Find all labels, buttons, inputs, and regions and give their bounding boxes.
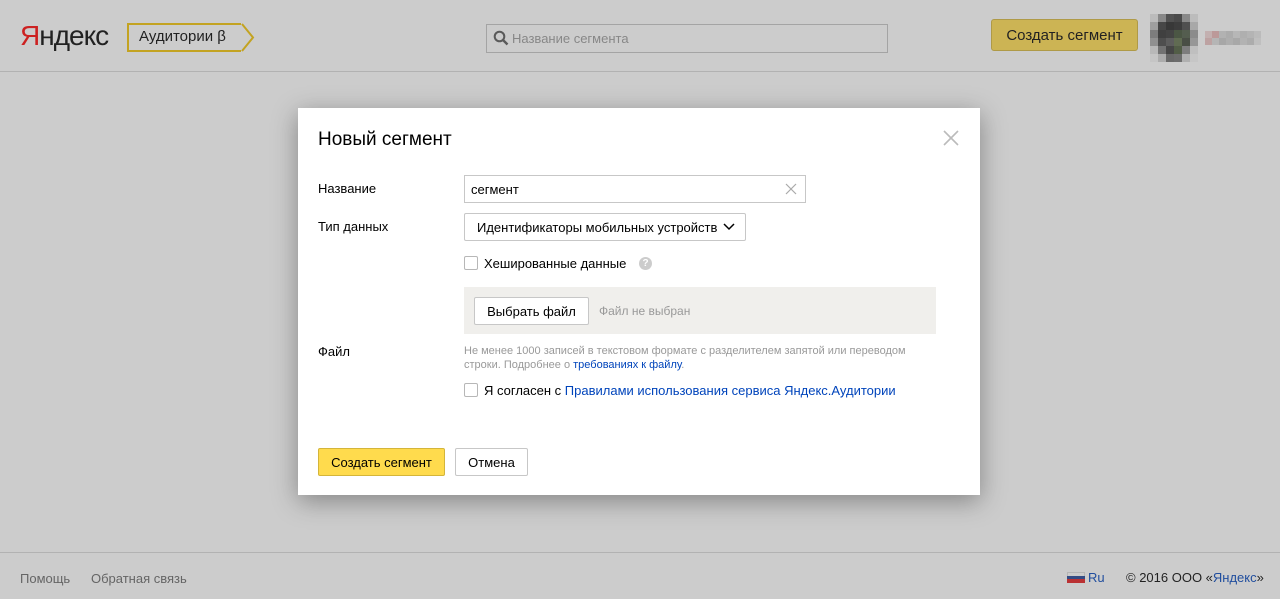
terms-link[interactable]: Правилами использования сервиса Яндекс.А…: [565, 383, 896, 398]
close-icon[interactable]: [941, 128, 961, 148]
data-type-select[interactable]: Идентификаторы мобильных устройств: [464, 213, 746, 241]
data-type-label: Тип данных: [318, 219, 389, 234]
new-segment-dialog: Новый сегмент Название Тип данных Иденти…: [298, 108, 980, 495]
choose-file-button[interactable]: Выбрать файл: [474, 297, 589, 325]
dialog-title: Новый сегмент: [318, 129, 452, 150]
hashed-data-checkbox[interactable]: [464, 256, 478, 270]
file-upload-area: Выбрать файл Файл не выбран: [464, 287, 936, 334]
segment-name-field[interactable]: [464, 175, 806, 203]
agree-terms-checkbox[interactable]: [464, 383, 478, 397]
hashed-data-label[interactable]: Хешированные данные: [484, 256, 626, 271]
name-label: Название: [318, 181, 377, 196]
segment-name-input[interactable]: [471, 176, 781, 202]
create-segment-button[interactable]: Создать сегмент: [318, 448, 445, 476]
data-type-value: Идентификаторы мобильных устройств: [477, 220, 718, 235]
agree-terms-label: Я согласен с Правилами использования сер…: [484, 383, 896, 398]
help-icon[interactable]: ?: [639, 257, 652, 270]
cancel-button[interactable]: Отмена: [455, 448, 528, 476]
clear-icon[interactable]: [784, 182, 798, 196]
chevron-down-icon: [723, 223, 735, 231]
file-status: Файл не выбран: [599, 304, 691, 318]
file-label: Файл: [318, 344, 350, 359]
file-requirements-hint: Не менее 1000 записей в текстовом формат…: [464, 345, 906, 371]
file-requirements-link[interactable]: требованиях к файлу: [573, 359, 681, 371]
